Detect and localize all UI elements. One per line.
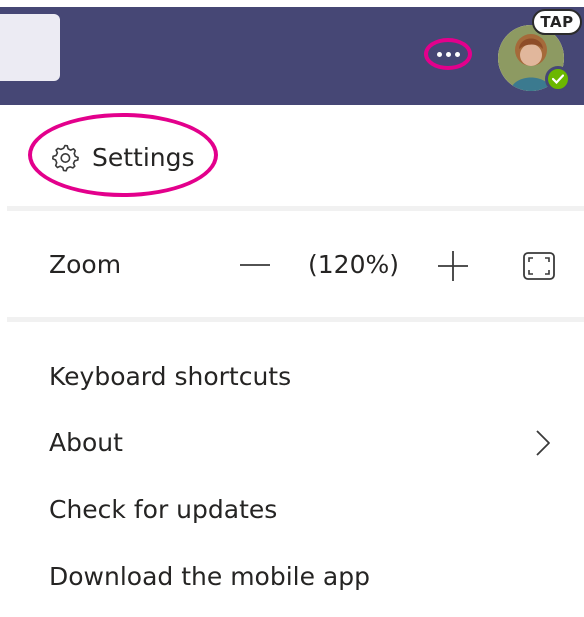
- tap-badge: TAP: [532, 9, 582, 35]
- more-options-button[interactable]: [424, 38, 472, 70]
- gear-icon: [52, 144, 79, 172]
- settings-menu-item[interactable]: Settings: [50, 140, 195, 174]
- search-box[interactable]: [0, 14, 60, 81]
- divider: [7, 317, 584, 322]
- app-header: [0, 7, 584, 105]
- settings-label: Settings: [92, 142, 195, 172]
- top-edge: [0, 0, 584, 7]
- more-dot: [454, 51, 460, 57]
- minus-icon[interactable]: [238, 247, 272, 283]
- download-mobile-app-item[interactable]: Download the mobile app: [49, 562, 370, 591]
- more-horizontal-icon: [436, 51, 442, 57]
- keyboard-shortcuts-item[interactable]: Keyboard shortcuts: [49, 362, 291, 391]
- zoom-value: (120%): [308, 250, 399, 279]
- fullscreen-icon[interactable]: [522, 251, 556, 281]
- more-dot: [445, 51, 451, 57]
- chevron-right-icon: [536, 430, 550, 456]
- divider: [7, 206, 584, 211]
- plus-icon[interactable]: [436, 249, 470, 283]
- check-icon: [552, 74, 564, 84]
- status-available-badge: [545, 66, 571, 92]
- check-for-updates-item[interactable]: Check for updates: [49, 495, 277, 524]
- zoom-label: Zoom: [49, 250, 122, 279]
- about-item[interactable]: About: [49, 428, 123, 457]
